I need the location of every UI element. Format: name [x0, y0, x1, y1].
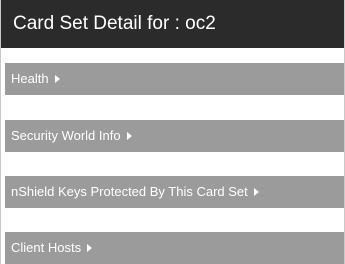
section-nshield-keys[interactable]: nShield Keys Protected By This Card Set	[5, 176, 344, 208]
section-label: Client Hosts	[11, 240, 82, 255]
card-set-detail-panel: Card Set Detail for : oc2 Health Securit…	[0, 0, 345, 264]
section-client-hosts[interactable]: Client Hosts	[5, 232, 344, 264]
section-health[interactable]: Health	[5, 63, 344, 95]
caret-right-icon	[87, 243, 93, 252]
panel-title: Card Set Detail for : oc2	[1, 0, 344, 48]
section-label: Security World Info	[11, 128, 121, 143]
section-label: Health	[11, 71, 49, 86]
caret-right-icon	[253, 187, 259, 196]
caret-right-icon	[54, 74, 60, 83]
caret-right-icon	[126, 131, 132, 140]
section-security-world-info[interactable]: Security World Info	[5, 120, 344, 152]
section-label: nShield Keys Protected By This Card Set	[11, 184, 248, 199]
